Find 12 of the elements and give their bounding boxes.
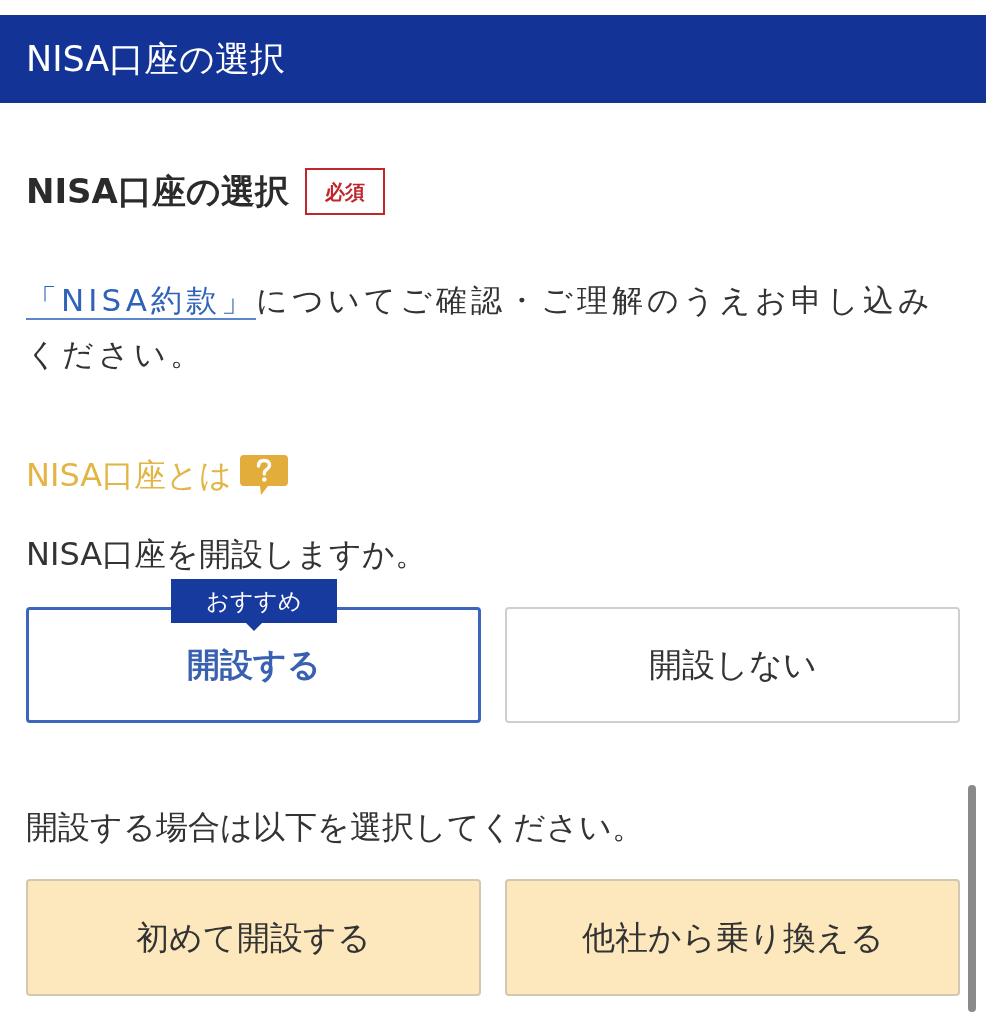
option-button[interactable]: 初めて開設する: [26, 879, 481, 996]
terms-link[interactable]: 「NISA約款」: [26, 282, 257, 320]
required-badge: 必須: [304, 168, 385, 215]
section-title: NISA口座の選択: [26, 171, 289, 212]
help-icon[interactable]: [240, 455, 289, 495]
question-label: NISA口座を開設しますか。: [26, 534, 429, 574]
recommended-tag: おすすめ: [171, 579, 337, 631]
option-button[interactable]: 他社から乗り換える: [505, 879, 960, 996]
instruction-label: 開設する場合は以下を選択してください。: [26, 807, 645, 847]
option-button[interactable]: 開設しない: [505, 607, 960, 723]
notice-text: 「NISA約款」についてご確認・ご理解のうえお申し込みください。: [26, 281, 935, 374]
header-title: NISA口座の選択: [26, 38, 286, 80]
